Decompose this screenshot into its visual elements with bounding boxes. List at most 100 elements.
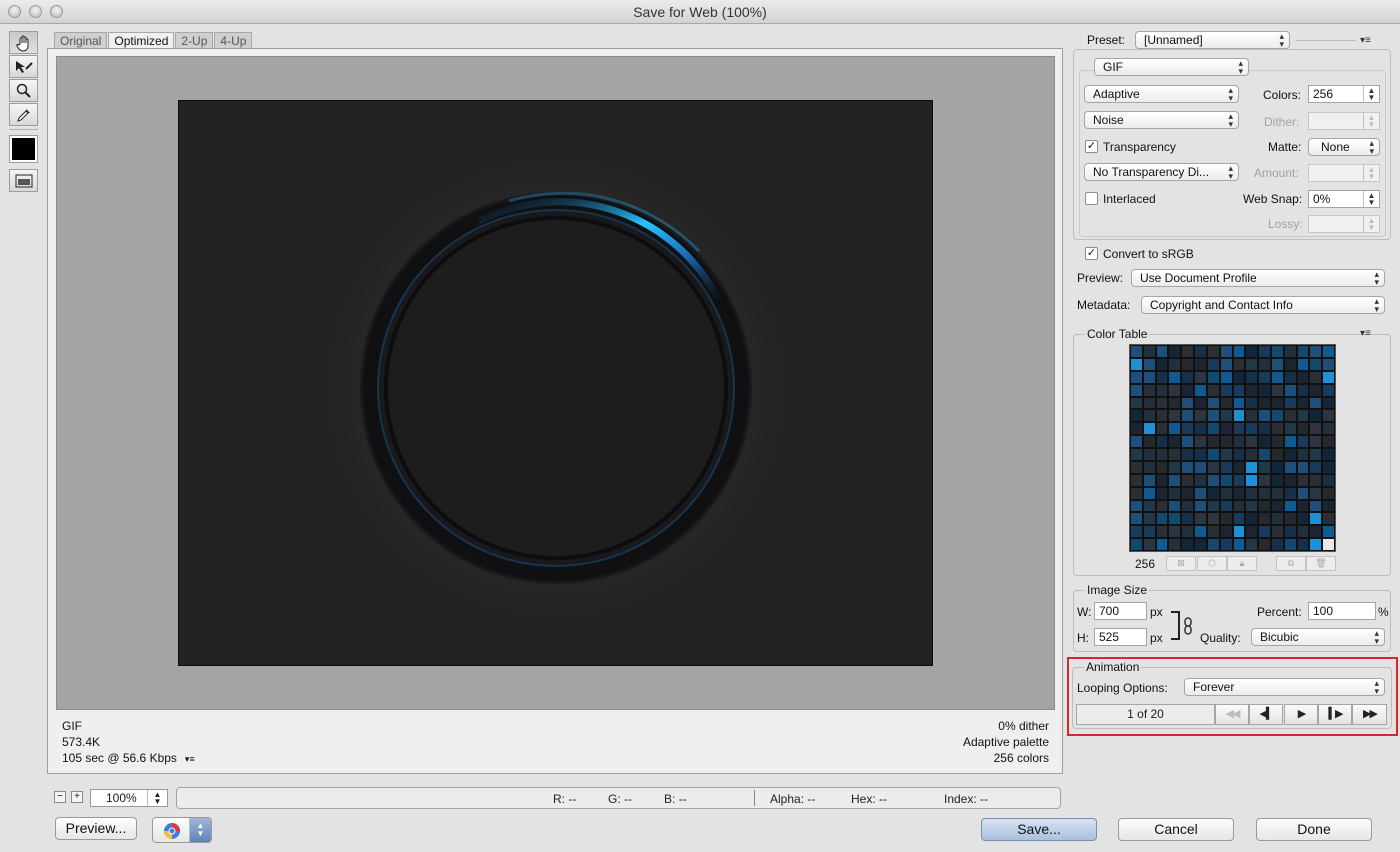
- color-swatch[interactable]: [1219, 538, 1233, 551]
- color-swatch[interactable]: [1258, 499, 1271, 513]
- color-swatch[interactable]: [1206, 435, 1220, 448]
- color-swatch[interactable]: [1194, 448, 1207, 461]
- lock-color-button[interactable]: 🔒︎: [1227, 556, 1257, 571]
- color-swatch[interactable]: [1270, 422, 1284, 436]
- color-swatch[interactable]: [1194, 525, 1207, 539]
- dither-algorithm-select[interactable]: Noise ▴ ▾: [1084, 111, 1239, 129]
- color-swatch[interactable]: [1296, 448, 1310, 461]
- color-swatch[interactable]: [1283, 538, 1297, 551]
- color-swatch[interactable]: [1142, 460, 1156, 474]
- color-swatch[interactable]: [1155, 345, 1169, 358]
- color-swatch[interactable]: [1245, 473, 1259, 487]
- color-swatch[interactable]: [1194, 512, 1207, 526]
- color-swatch[interactable]: [1283, 435, 1297, 448]
- color-swatch[interactable]: [1283, 422, 1297, 436]
- color-swatch[interactable]: [1296, 538, 1310, 551]
- color-swatch[interactable]: [1296, 357, 1310, 371]
- color-swatch[interactable]: [1168, 383, 1182, 397]
- color-swatch[interactable]: [1155, 499, 1169, 513]
- color-swatch[interactable]: [1309, 486, 1323, 500]
- color-swatch[interactable]: [1168, 345, 1182, 358]
- color-swatch[interactable]: [1168, 512, 1182, 526]
- web-snap-field[interactable]: 0% ▲ ▼: [1308, 190, 1380, 208]
- color-swatch[interactable]: [1142, 422, 1156, 436]
- color-swatch[interactable]: [1296, 409, 1310, 423]
- color-swatch[interactable]: [1232, 345, 1246, 358]
- color-swatch[interactable]: [1181, 499, 1195, 513]
- color-swatch[interactable]: [1322, 460, 1335, 474]
- color-swatch[interactable]: [1245, 525, 1259, 539]
- play-button[interactable]: ▶: [1284, 704, 1318, 725]
- color-swatch[interactable]: [1309, 512, 1323, 526]
- color-swatch[interactable]: [1130, 460, 1143, 474]
- color-swatch[interactable]: [1219, 345, 1233, 358]
- color-swatch[interactable]: [1270, 357, 1284, 371]
- zoom-level-field[interactable]: 100% ▲ ▼: [90, 789, 168, 807]
- toggle-slices-visibility[interactable]: [9, 169, 38, 192]
- slice-select-tool[interactable]: [9, 55, 38, 78]
- color-swatch[interactable]: [1219, 486, 1233, 500]
- color-swatch[interactable]: [1270, 460, 1284, 474]
- color-swatch[interactable]: [1168, 486, 1182, 500]
- zoom-stepper-icon[interactable]: ▲ ▼: [147, 790, 167, 806]
- amount-field[interactable]: ▲ ▼: [1308, 164, 1380, 182]
- color-swatch[interactable]: [1270, 486, 1284, 500]
- color-swatch[interactable]: [1155, 486, 1169, 500]
- color-swatch[interactable]: [1245, 345, 1259, 358]
- color-swatch[interactable]: [1232, 460, 1246, 474]
- color-swatch[interactable]: [1181, 357, 1195, 371]
- color-swatch[interactable]: [1219, 383, 1233, 397]
- stepper-icon[interactable]: ▲ ▼: [1363, 191, 1379, 207]
- color-swatch[interactable]: [1155, 473, 1169, 487]
- color-swatch[interactable]: [1194, 499, 1207, 513]
- color-swatch[interactable]: [1155, 512, 1169, 526]
- color-swatch[interactable]: [1155, 435, 1169, 448]
- color-swatch[interactable]: [1142, 525, 1156, 539]
- color-swatch[interactable]: [1142, 435, 1156, 448]
- color-swatch[interactable]: [1168, 473, 1182, 487]
- color-swatch[interactable]: [1258, 396, 1271, 410]
- color-swatch[interactable]: [1232, 357, 1246, 371]
- color-swatch[interactable]: [1130, 538, 1143, 551]
- color-swatch[interactable]: [1219, 435, 1233, 448]
- color-swatch[interactable]: [1168, 538, 1182, 551]
- color-swatch[interactable]: [1309, 448, 1323, 461]
- color-swatch[interactable]: [1270, 370, 1284, 384]
- color-swatch[interactable]: [1309, 538, 1323, 551]
- color-swatch[interactable]: [1155, 538, 1169, 551]
- color-swatch[interactable]: [1142, 448, 1156, 461]
- color-swatch[interactable]: [1219, 473, 1233, 487]
- color-swatch[interactable]: [1270, 499, 1284, 513]
- color-swatch[interactable]: [1155, 525, 1169, 539]
- color-swatch[interactable]: [1309, 473, 1323, 487]
- color-swatch[interactable]: [1168, 396, 1182, 410]
- color-swatch[interactable]: [1130, 473, 1143, 487]
- color-swatch[interactable]: [1283, 473, 1297, 487]
- color-swatch[interactable]: [1322, 499, 1335, 513]
- color-swatch[interactable]: [1130, 422, 1143, 436]
- color-swatch[interactable]: [1142, 345, 1156, 358]
- color-swatch[interactable]: [1194, 357, 1207, 371]
- color-swatch[interactable]: [1283, 499, 1297, 513]
- stepper-icon[interactable]: ▲ ▼: [1363, 86, 1379, 102]
- color-swatch[interactable]: [1219, 409, 1233, 423]
- color-swatch[interactable]: [1130, 357, 1143, 371]
- color-swatch[interactable]: [1206, 499, 1220, 513]
- color-swatch[interactable]: [1309, 422, 1323, 436]
- color-swatch[interactable]: [1296, 435, 1310, 448]
- looping-options-select[interactable]: Forever ▴ ▾: [1184, 678, 1385, 696]
- color-swatch[interactable]: [1206, 448, 1220, 461]
- color-swatch[interactable]: [1194, 460, 1207, 474]
- color-swatch[interactable]: [1245, 422, 1259, 436]
- color-swatch[interactable]: [1181, 345, 1195, 358]
- preview-image[interactable]: [178, 100, 933, 666]
- color-swatch[interactable]: [1296, 499, 1310, 513]
- done-button[interactable]: Done: [1256, 818, 1372, 841]
- color-swatch[interactable]: [1194, 383, 1207, 397]
- color-swatch[interactable]: [1258, 435, 1271, 448]
- color-swatch[interactable]: [1258, 422, 1271, 436]
- color-swatch[interactable]: [1206, 486, 1220, 500]
- color-swatch[interactable]: [1142, 499, 1156, 513]
- color-swatch[interactable]: [1155, 370, 1169, 384]
- color-swatch[interactable]: [1270, 345, 1284, 358]
